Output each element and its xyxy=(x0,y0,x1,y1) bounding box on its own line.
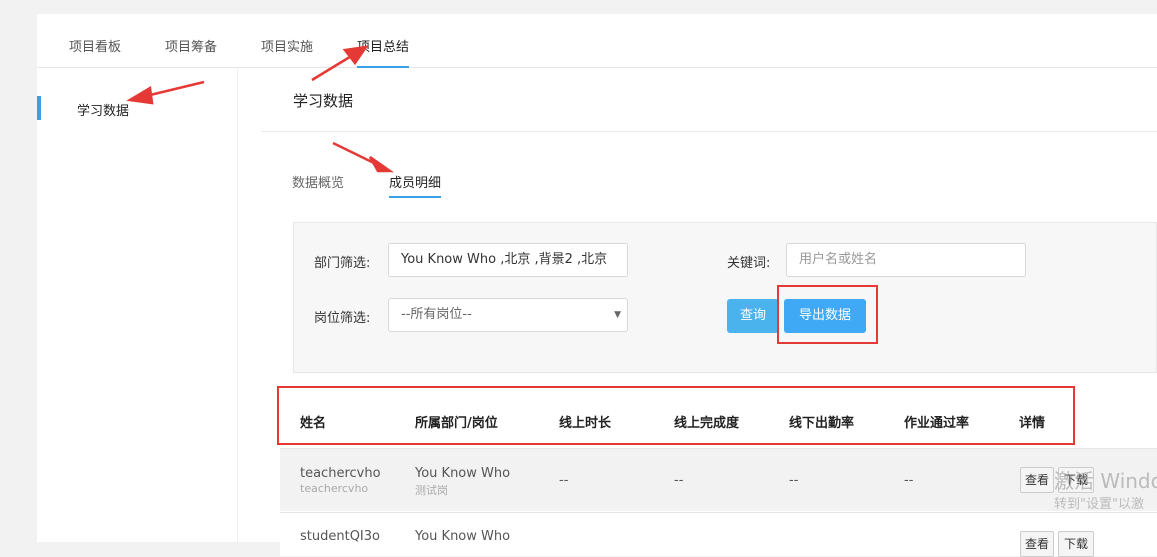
view-button[interactable]: 查看 xyxy=(1020,531,1054,557)
position-filter-label: 岗位筛选: xyxy=(314,311,371,326)
member-name: teachercvho xyxy=(300,466,381,481)
activation-watermark: 激活 Windo xyxy=(1054,469,1157,493)
tab-data-overview[interactable]: 数据概览 xyxy=(292,172,344,198)
online-completion: -- xyxy=(674,473,684,488)
top-tab-bar: 项目看板 项目筹备 项目实施 项目总结 xyxy=(37,14,1157,68)
tab-project-board[interactable]: 项目看板 xyxy=(69,36,121,68)
divider xyxy=(261,131,1157,132)
online-hours: -- xyxy=(559,473,569,488)
activation-watermark-hint: 转到"设置"以激 xyxy=(1054,497,1144,512)
sidebar: 学习数据 xyxy=(37,68,238,542)
keyword-label: 关键词: xyxy=(727,256,771,271)
homework-pass: -- xyxy=(904,473,914,488)
filter-panel: 部门筛选: You Know Who ,北京 ,背景2 ,北京 关键词: 用户名… xyxy=(293,222,1157,373)
member-position: 测试岗 xyxy=(415,484,448,497)
position-select[interactable]: --所有岗位-- ▼ xyxy=(388,298,628,332)
main-panel: 项目看板 项目筹备 项目实施 项目总结 学习数据 学习数据 数据概览 成员明细 … xyxy=(37,14,1157,557)
tab-project-implement[interactable]: 项目实施 xyxy=(261,36,313,68)
offline-attendance: -- xyxy=(789,473,799,488)
tab-project-summary[interactable]: 项目总结 xyxy=(357,36,410,68)
sidebar-item-label: 学习数据 xyxy=(77,104,130,119)
keyword-input[interactable]: 用户名或姓名 xyxy=(786,243,1026,277)
table-row: teachercvho teachercvho You Know Who 测试岗… xyxy=(280,448,1157,511)
view-button[interactable]: 查看 xyxy=(1020,467,1054,493)
sidebar-item-learning-data[interactable]: 学习数据 xyxy=(37,96,237,120)
table-row: studentQI3o You Know Who 查看 下载 xyxy=(280,512,1157,557)
member-dept: You Know Who xyxy=(415,466,511,481)
download-button[interactable]: 下载 xyxy=(1058,531,1094,557)
position-select-value: --所有岗位-- xyxy=(401,307,472,322)
annotation-box-export xyxy=(777,285,878,344)
tab-member-detail[interactable]: 成员明细 xyxy=(389,172,442,198)
tab-project-prep[interactable]: 项目筹备 xyxy=(165,36,217,68)
page-title: 学习数据 xyxy=(293,92,354,110)
chevron-down-icon: ▼ xyxy=(614,310,621,320)
query-button[interactable]: 查询 xyxy=(727,299,779,333)
dept-filter-label: 部门筛选: xyxy=(314,256,371,271)
dept-filter-input[interactable]: You Know Who ,北京 ,背景2 ,北京 xyxy=(388,243,628,277)
member-username: teachercvho xyxy=(300,482,369,495)
active-indicator xyxy=(37,96,41,120)
annotation-box-table-header xyxy=(277,386,1075,445)
